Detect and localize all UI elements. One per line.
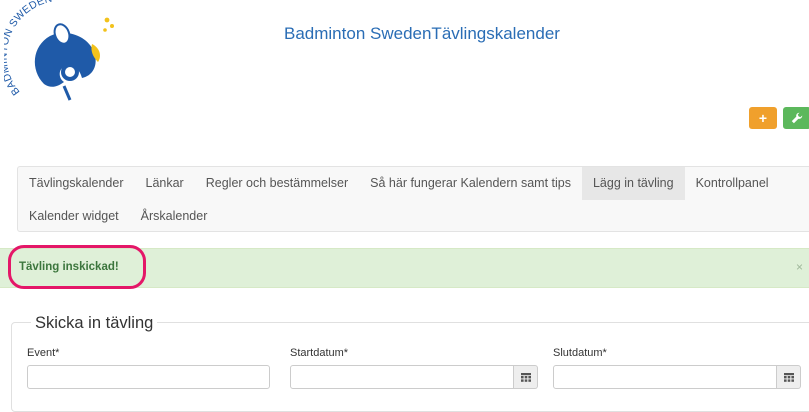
- nav-item-lagg-in-tavling[interactable]: Lägg in tävling: [581, 167, 685, 200]
- site-title[interactable]: Badminton SwedenTävlingskalender: [284, 24, 560, 44]
- calendar-icon: [783, 372, 794, 382]
- start-date-calendar-button[interactable]: [514, 365, 538, 389]
- nav-item-lankar[interactable]: Länkar: [135, 167, 195, 200]
- form-legend: Skicka in tävling: [31, 314, 158, 333]
- badminton-sweden-logo[interactable]: BADMINTON SWEDEN: [0, 0, 122, 104]
- end-date-calendar-button[interactable]: [777, 365, 801, 389]
- alert-message: Tävling inskickad!: [19, 261, 119, 273]
- nav-row-1: Tävlingskalender Länkar Regler och bestä…: [18, 167, 780, 200]
- calendar-icon: [520, 372, 531, 382]
- event-label: Event*: [27, 347, 60, 359]
- nav-item-tavlingskalender[interactable]: Tävlingskalender: [18, 167, 135, 200]
- nav-row-2: Kalender widget Årskalender: [18, 200, 218, 233]
- nav-item-regler[interactable]: Regler och bestämmelser: [195, 167, 359, 200]
- nav-item-kontrollpanel[interactable]: Kontrollpanel: [685, 167, 780, 200]
- close-icon[interactable]: ×: [796, 260, 803, 274]
- add-button[interactable]: +: [749, 107, 777, 129]
- end-date-input[interactable]: [553, 365, 777, 389]
- nav-item-arskalender[interactable]: Årskalender: [130, 200, 219, 233]
- start-date-input[interactable]: [290, 365, 514, 389]
- wrench-icon: [791, 112, 803, 124]
- event-input[interactable]: [27, 365, 270, 389]
- nav-item-kalender-widget[interactable]: Kalender widget: [18, 200, 130, 233]
- end-date-label: Slutdatum*: [553, 347, 607, 359]
- start-date-label: Startdatum*: [290, 347, 349, 359]
- nav-item-sa-har-fungerar[interactable]: Så här fungerar Kalendern samt tips: [359, 167, 582, 200]
- settings-button[interactable]: [783, 107, 809, 129]
- success-alert: Tävling inskickad! ×: [0, 248, 809, 288]
- plus-icon: +: [758, 110, 768, 126]
- logo-graphic: BADMINTON SWEDEN: [0, 0, 114, 101]
- main-navigation: Tävlingskalender Länkar Regler och bestä…: [17, 166, 809, 232]
